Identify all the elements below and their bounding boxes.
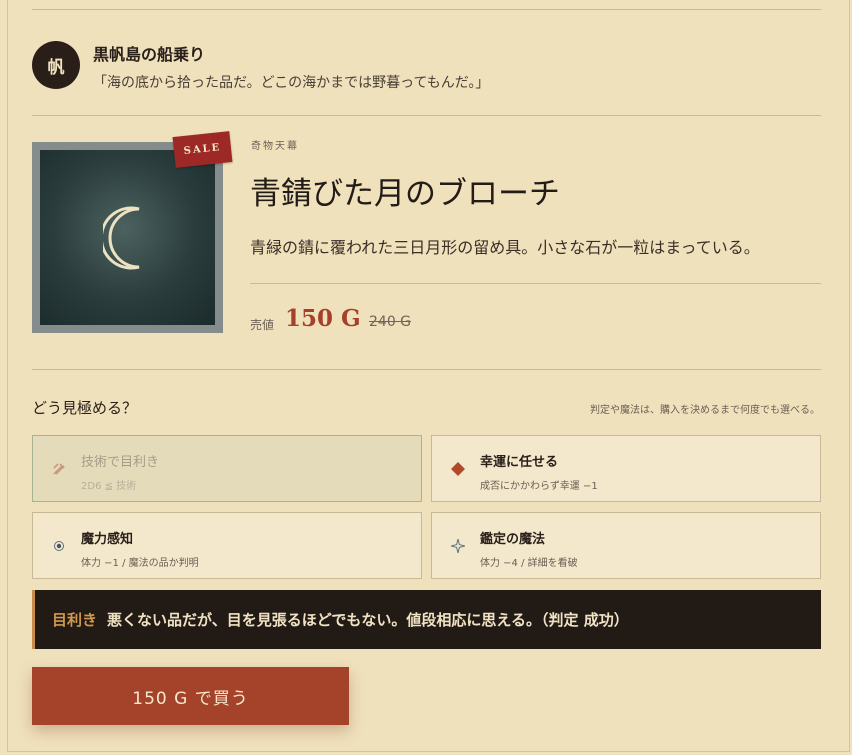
item-description: 青緑の錆に覆われた三日月形の留め具。小さな石が一粒はまっている。 bbox=[250, 238, 760, 257]
sparkle-icon bbox=[450, 535, 466, 557]
option-cost: 成否にかかわらず幸運 −1 bbox=[480, 481, 598, 492]
appraisal-note: 判定や魔法は、購入を決めるまで何度でも選べる。 bbox=[590, 405, 820, 416]
result-tag: 目利き bbox=[52, 611, 98, 629]
item-image bbox=[32, 142, 223, 333]
option-label: 幸運に任せる bbox=[480, 455, 559, 470]
diamond-icon bbox=[450, 458, 466, 480]
option-detect-magic[interactable]: 魔力感知 体力 −1 / 魔法の品か判明 bbox=[32, 512, 422, 579]
top-divider bbox=[32, 9, 821, 10]
section-divider bbox=[32, 369, 821, 370]
option-skill-appraisal[interactable]: 技術で目利き 2D6 ≦ 技術 bbox=[32, 435, 422, 502]
price-divider bbox=[250, 283, 821, 284]
option-label: 鑑定の魔法 bbox=[480, 532, 546, 547]
price-value: 150 G bbox=[285, 305, 361, 332]
option-identify-spell[interactable]: 鑑定の魔法 体力 −4 / 詳細を看破 bbox=[431, 512, 821, 579]
option-label: 技術で目利き bbox=[81, 455, 160, 470]
result-message: 悪くない品だが、目を見張るほどでもない。値段相応に思える。（判定 成功） bbox=[107, 611, 629, 629]
option-cost: 2D6 ≦ 技術 bbox=[81, 481, 137, 492]
option-label: 魔力感知 bbox=[81, 532, 134, 547]
option-trust-luck[interactable]: 幸運に任せる 成否にかかわらず幸運 −1 bbox=[431, 435, 821, 502]
merchant-quote: 「海の底から拾った品だ。どこの海かまでは野暮ってもんだ。」 bbox=[93, 75, 490, 91]
appraisal-result: 目利き 悪くない品だが、目を見張るほどでもない。値段相応に思える。（判定 成功） bbox=[32, 590, 821, 649]
buy-button[interactable]: 150 G で買う bbox=[32, 667, 349, 725]
merchant-name: 黒帆島の船乗り bbox=[93, 45, 206, 64]
original-price: 240 G bbox=[369, 314, 412, 330]
price-label: 売値 bbox=[250, 318, 275, 332]
hammer-pick-icon bbox=[51, 458, 67, 480]
item-category: 奇物天幕 bbox=[251, 141, 299, 152]
option-cost: 体力 −4 / 詳細を看破 bbox=[480, 558, 578, 569]
sale-badge: SALE bbox=[172, 131, 233, 168]
merchant-avatar: 帆 bbox=[32, 41, 80, 89]
merchant-divider bbox=[32, 115, 821, 116]
item-title: 青錆びた月のブローチ bbox=[250, 176, 560, 212]
option-cost: 体力 −1 / 魔法の品か判明 bbox=[81, 558, 199, 569]
crescent-moon-icon bbox=[102, 206, 139, 269]
appraisal-title: どう見極める？ bbox=[32, 399, 138, 417]
target-dot-icon bbox=[51, 535, 67, 557]
